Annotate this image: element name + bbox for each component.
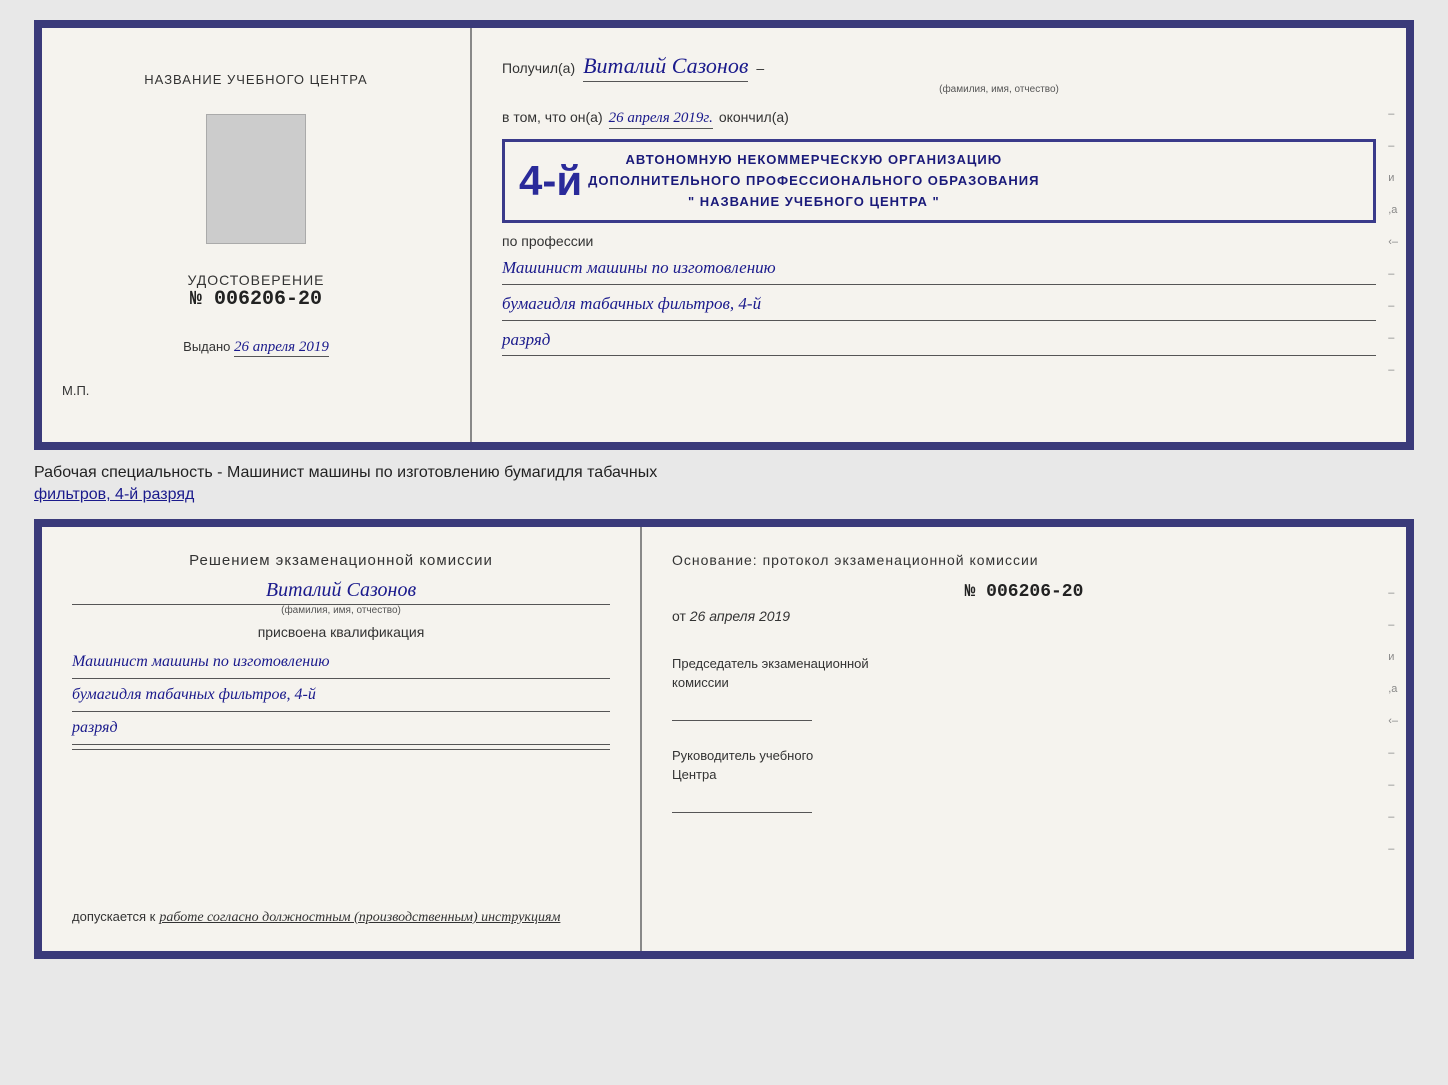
cert-right-panel: Получил(а) Виталий Сазонов – (фамилия, и… [472,28,1406,442]
stamp-line2: ДОПОЛНИТЕЛЬНОГО ПРОФЕССИОНАЛЬНОГО ОБРАЗО… [588,171,1039,192]
side-mark-bleft: ‹– [1388,715,1398,727]
side-mark-5: – [1388,332,1398,344]
predsedatel-block: Председатель экзаменационной комиссии [672,654,1376,726]
dash-top: – [756,60,764,76]
stamp-line1: АВТОНОМНУЮ НЕКОММЕРЧЕСКУЮ ОРГАНИЗАЦИЮ [588,150,1039,171]
between-label: Рабочая специальность - Машинист машины … [34,462,1414,507]
fio-subtitle-bottom: (фамилия, имя, отчество) [72,605,610,616]
side-mark-6: – [1388,364,1398,376]
vtom-date: 26 апреля 2019г. [609,110,713,129]
side-mark-left: ‹– [1388,236,1398,248]
side-mark-а: ,а [1388,204,1398,216]
cert-left-panel: НАЗВАНИЕ УЧЕБНОГО ЦЕНТРА УДОСТОВЕРЕНИЕ №… [42,28,472,442]
vydano-prefix: Выдано [183,339,230,354]
side-mark-b2: – [1388,619,1398,631]
ot-prefix: от [672,608,686,624]
qual-line1: Машинист машины по изготовлению [72,646,610,679]
predsedatel-label: Председатель экзаменационной комиссии [672,654,1376,693]
photo-placeholder [206,114,306,244]
osnovanie-label: Основание: протокол экзаменационной коми… [672,552,1376,568]
vtom-label: в том, что он(а) [502,109,603,125]
fio-subtitle-top: (фамилия, имя, отчество) [622,84,1376,95]
side-mark-b4: – [1388,779,1398,791]
rukovoditel-signature-line [672,793,812,813]
dopuskaetsya-line: допускается к работе согласно должностны… [72,909,610,926]
stamp-block-inner: АВТОНОМНУЮ НЕКОММЕРЧЕСКУЮ ОРГАНИЗАЦИЮ ДО… [588,150,1039,212]
rukovoditel-block: Руководитель учебного Центра [672,746,1376,818]
predsedatel-signature-line [672,701,812,721]
side-mark-b6: – [1388,843,1398,855]
side-marks-top: – – и ,а ‹– – – – – [1388,108,1398,376]
resheniem-text: Решением экзаменационной комиссии [72,552,610,569]
prisvoyena-label: присвоена квалификация [72,624,610,640]
dopusk-label: допускается к [72,909,155,924]
between-text1: Рабочая специальность - Машинист машины … [34,464,657,481]
okончил-label: окончил(а) [719,109,789,125]
side-mark-bа: ,а [1388,683,1398,695]
vtom-line: в том, что он(а) 26 апреля 2019г. окончи… [502,109,1376,129]
side-mark-3: – [1388,268,1398,280]
side-mark-b3: – [1388,747,1398,759]
cert-bottom-right: Основание: протокол экзаменационной коми… [642,527,1406,951]
side-mark-b5: – [1388,811,1398,823]
between-text2: фильтров, 4-й разряд [34,486,194,503]
bottom-recipient-name: Виталий Сазонов [72,579,610,605]
po-professii-label: по профессии [502,233,1376,249]
protocol-number: № 006206-20 [672,582,1376,602]
side-mark-b1: – [1388,587,1398,599]
stamp-number-row: 4-й АВТОНОМНУЮ НЕКОММЕРЧЕСКУЮ ОРГАНИЗАЦИ… [519,150,1359,212]
profession-line1: Машинист машины по изготовлению [502,253,1376,285]
poluchil-label: Получил(а) [502,60,575,76]
bottom-certificate: Решением экзаменационной комиссии Витали… [34,519,1414,959]
stamp-block: 4-й АВТОНОМНУЮ НЕКОММЕРЧЕСКУЮ ОРГАНИЗАЦИ… [502,139,1376,223]
rukovoditel-label: Руководитель учебного Центра [672,746,1376,785]
stamp-number-large: 4-й [519,157,582,205]
side-mark-bи: и [1388,651,1398,663]
udostoverenie-title: УДОСТОВЕРЕНИЕ [188,272,325,288]
ot-date: 26 апреля 2019 [690,608,790,624]
profession-line3: разряд [502,325,1376,357]
side-mark-2: – [1388,140,1398,152]
vydano-date: 26 апреля 2019 [234,339,329,357]
udostoverenie-number: № 006206-20 [188,288,325,311]
stamp-line3: " НАЗВАНИЕ УЧЕБНОГО ЦЕНТРА " [588,192,1039,213]
school-name-label: НАЗВАНИЕ УЧЕБНОГО ЦЕНТРА [144,72,367,87]
cert-bottom-left: Решением экзаменационной комиссии Витали… [42,527,642,951]
qual-line2: бумагидля табачных фильтров, 4-й [72,679,610,712]
side-marks-bottom: – – и ,а ‹– – – – – [1388,587,1398,855]
vydano-line: Выдано 26 апреля 2019 [183,339,329,356]
profession-line2: бумагидля табачных фильтров, 4-й [502,289,1376,321]
mp-label: М.П. [62,383,89,398]
side-mark-4: – [1388,300,1398,312]
poluchil-row: Получил(а) Виталий Сазонов – [502,53,1376,82]
top-certificate: НАЗВАНИЕ УЧЕБНОГО ЦЕНТРА УДОСТОВЕРЕНИЕ №… [34,20,1414,450]
qual-line3: разряд [72,712,610,745]
dopusk-text: работе согласно должностным (производств… [159,910,560,926]
side-mark-и: и [1388,172,1398,184]
side-mark-1: – [1388,108,1398,120]
ot-date-line: от 26 апреля 2019 [672,608,1376,624]
recipient-name: Виталий Сазонов [583,53,748,82]
udostoverenie-block: УДОСТОВЕРЕНИЕ № 006206-20 [188,272,325,311]
